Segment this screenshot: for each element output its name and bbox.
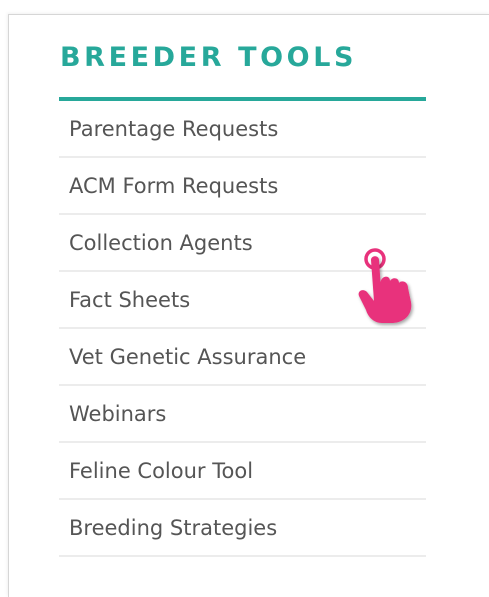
- breeder-tools-menu: Parentage Requests ACM Form Requests Col…: [59, 101, 426, 557]
- menu-item-label[interactable]: Breeding Strategies: [69, 516, 277, 540]
- menu-item-acm-form-requests[interactable]: ACM Form Requests: [59, 158, 426, 215]
- menu-item-label[interactable]: Vet Genetic Assurance: [69, 345, 306, 369]
- menu-item-parentage-requests[interactable]: Parentage Requests: [59, 101, 426, 158]
- menu-item-label[interactable]: Feline Colour Tool: [69, 459, 253, 483]
- pointing-hand-icon: [358, 248, 412, 323]
- menu-item-label[interactable]: Parentage Requests: [69, 117, 278, 141]
- menu-item-label[interactable]: Fact Sheets: [69, 288, 190, 312]
- panel-heading: BREEDER TOOLS: [60, 42, 358, 73]
- menu-item-webinars[interactable]: Webinars: [59, 386, 426, 443]
- menu-item-label[interactable]: Webinars: [69, 402, 166, 426]
- menu-item-feline-colour-tool[interactable]: Feline Colour Tool: [59, 443, 426, 500]
- menu-item-label[interactable]: ACM Form Requests: [69, 174, 278, 198]
- menu-item-breeding-strategies[interactable]: Breeding Strategies: [59, 500, 426, 557]
- menu-item-vet-genetic-assurance[interactable]: Vet Genetic Assurance: [59, 329, 426, 386]
- menu-item-label[interactable]: Collection Agents: [69, 231, 253, 255]
